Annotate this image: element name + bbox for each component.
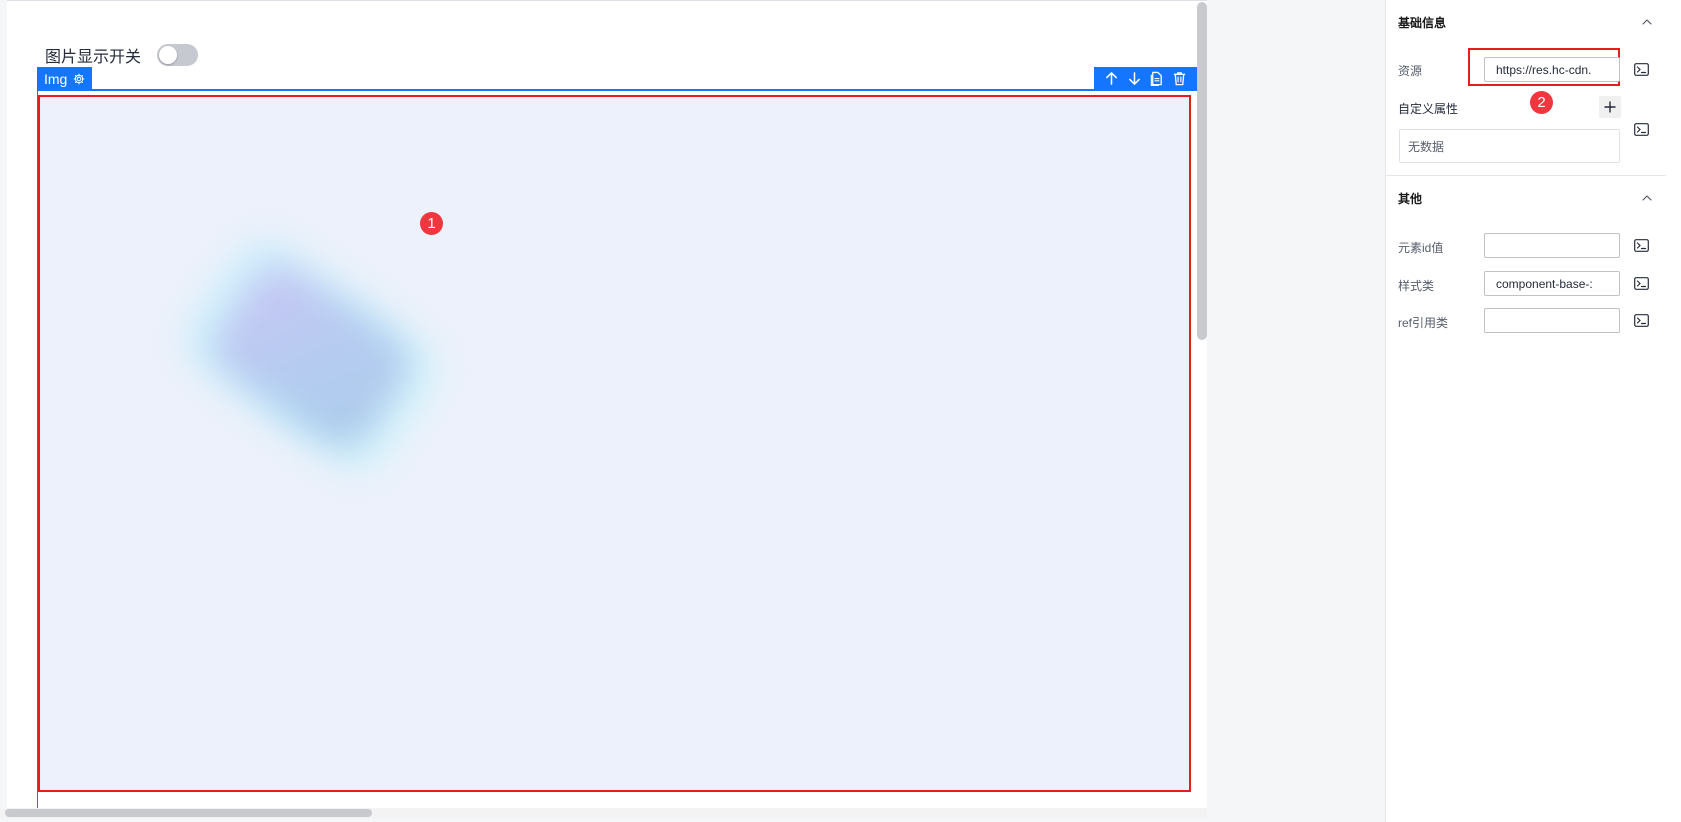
section-basic-header[interactable]: 基础信息	[1398, 12, 1653, 32]
custom-attr-label: 自定义属性	[1398, 102, 1459, 116]
style-class-input[interactable]: component-base-:	[1484, 271, 1620, 296]
terminal-icon[interactable]	[1634, 123, 1649, 136]
copy-icon[interactable]	[1149, 71, 1164, 86]
selection-outline-top	[37, 89, 1207, 91]
ref-input[interactable]	[1484, 308, 1620, 333]
component-tag-label: Img	[44, 70, 68, 87]
terminal-icon[interactable]	[1634, 63, 1649, 76]
custom-attr-empty: 无数据	[1399, 129, 1620, 163]
chevron-up-icon[interactable]	[1641, 192, 1653, 204]
chevron-up-icon[interactable]	[1641, 16, 1653, 28]
ref-label: ref引用类	[1398, 316, 1449, 330]
section-basic-title: 基础信息	[1398, 15, 1447, 30]
image-component[interactable]	[38, 95, 1191, 792]
vertical-scrollbar[interactable]	[1197, 2, 1207, 340]
switch-knob	[159, 46, 178, 64]
annotation-badge-2: 2	[1530, 91, 1553, 114]
element-id-input[interactable]	[1484, 233, 1620, 258]
component-tag[interactable]: Img	[37, 67, 93, 90]
section-divider	[1386, 175, 1666, 176]
gear-icon[interactable]	[73, 73, 85, 85]
terminal-icon[interactable]	[1634, 314, 1649, 327]
component-actions	[1094, 67, 1197, 90]
trash-icon[interactable]	[1172, 71, 1187, 86]
properties-panel: 基础信息 资源 https://res.hc-cdn. 2 自定义属性 无数据 …	[1385, 0, 1666, 822]
arrow-up-icon[interactable]	[1104, 71, 1119, 86]
toggle-label: 图片显示开关	[45, 49, 142, 66]
section-other-title: 其他	[1398, 191, 1423, 206]
resource-label: 资源	[1398, 64, 1423, 78]
image-placeholder-graphic	[148, 193, 493, 531]
plus-icon	[1604, 101, 1616, 113]
style-class-label: 样式类	[1398, 279, 1435, 293]
toggle-row: 图片显示开关	[45, 44, 199, 66]
resource-input[interactable]: https://res.hc-cdn.	[1484, 57, 1620, 82]
image-display-switch[interactable]	[157, 44, 199, 66]
section-other-header[interactable]: 其他	[1398, 188, 1653, 208]
horizontal-scrollbar[interactable]	[5, 809, 372, 817]
arrow-down-icon[interactable]	[1127, 71, 1142, 86]
element-id-label: 元素id值	[1398, 241, 1444, 255]
canvas-area: 图片显示开关 Img 1	[0, 0, 1385, 822]
terminal-icon[interactable]	[1634, 277, 1649, 290]
annotation-badge-1: 1	[420, 212, 443, 235]
terminal-icon[interactable]	[1634, 239, 1649, 252]
add-custom-attr-button[interactable]	[1599, 96, 1621, 118]
